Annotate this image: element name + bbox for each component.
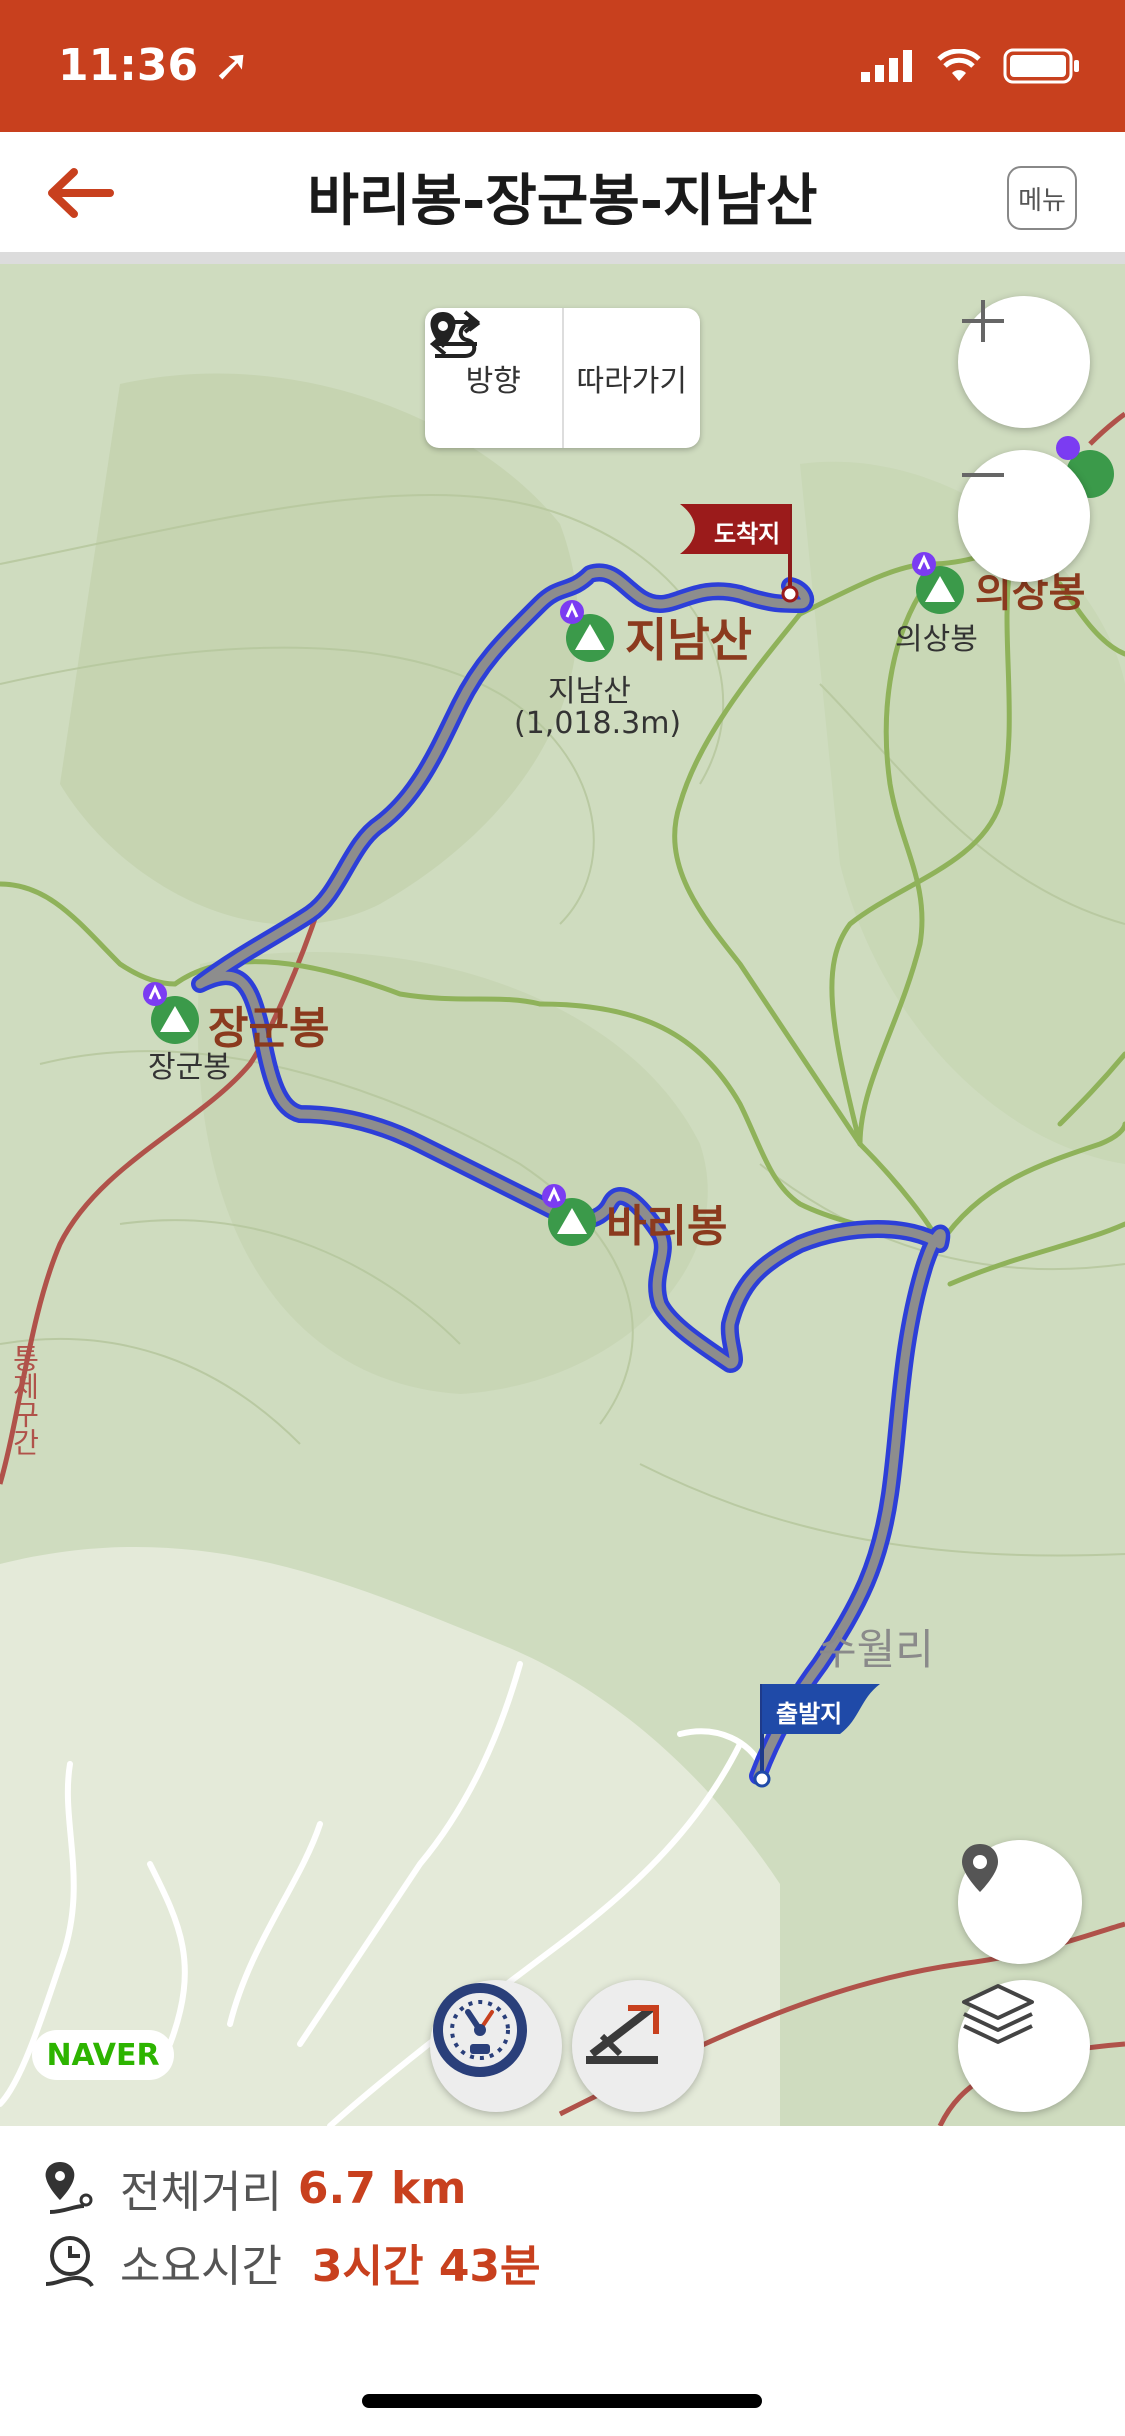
elevation-button[interactable] <box>572 1980 704 2112</box>
zoom-in-button[interactable] <box>958 296 1090 428</box>
layers-icon <box>962 1984 1034 2044</box>
label-departure: 출발지 <box>776 1700 843 1728</box>
speedometer-button[interactable] <box>430 1980 562 2112</box>
distance-value: 6.7 km <box>297 2162 467 2214</box>
wifi-icon <box>937 49 981 81</box>
location-arrow-icon: ➚ <box>213 40 251 91</box>
home-indicator[interactable] <box>362 2394 762 2408</box>
distance-pin-icon <box>45 2162 93 2214</box>
follow-label: 따라가기 <box>576 364 687 399</box>
distance-row: 전체거리 6.7 km <box>40 2156 466 2220</box>
label-jinamsan-small: 지남산 <box>548 674 631 709</box>
label-arrival: 도착지 <box>714 520 781 548</box>
route-summary: 전체거리 6.7 km 소요시간 3시간 43분 <box>0 2126 1125 2436</box>
status-bar: 11:36 ➚ <box>0 0 1125 132</box>
duration-value: 3시간 43분 <box>311 2241 541 2292</box>
label-baribong: 바리봉 <box>606 1201 728 1252</box>
follow-route-icon <box>430 312 481 358</box>
battery-icon <box>1003 48 1079 84</box>
label-jinamsan-elevation: (1,018.3m) <box>514 706 682 741</box>
map-canvas[interactable] <box>0 264 1125 2126</box>
map-view[interactable]: 장군봉 장군봉 바리봉 지남산 지남산 (1,018.3m) 의상봉 의상봉 수… <box>0 264 1125 2126</box>
layers-button[interactable] <box>958 1980 1090 2112</box>
minus-icon <box>962 473 1004 477</box>
signal-icon <box>861 50 912 82</box>
route-controls: 방향 따라가기 <box>425 308 700 448</box>
duration-row: 소요시간 3시간 43분 <box>40 2230 541 2294</box>
my-location-button[interactable] <box>958 1840 1082 1964</box>
speedometer-icon <box>433 1983 527 2077</box>
clock: 11:36 <box>58 40 199 91</box>
follow-button[interactable]: 따라가기 <box>430 308 701 448</box>
direction-label: 방향 <box>465 364 521 399</box>
distance-label: 전체거리 <box>120 2167 282 2218</box>
status-time: 11:36 ➚ <box>58 40 250 91</box>
elevation-graph-icon <box>586 2004 659 2064</box>
label-uisangbong-small: 의상봉 <box>895 622 978 657</box>
status-icons <box>861 48 1081 84</box>
label-jinamsan: 지남산 <box>625 613 752 667</box>
naver-logo: NAVER <box>32 2030 174 2080</box>
label-jangunbong-small: 장군봉 <box>148 1050 231 1085</box>
zoom-out-button[interactable] <box>958 450 1090 582</box>
duration-label: 소요시간 <box>120 2241 282 2292</box>
label-road: 통제구간 <box>8 1344 41 1456</box>
location-pin-icon <box>962 1844 998 1892</box>
menu-button[interactable]: 메뉴 <box>1007 166 1077 230</box>
plus-icon <box>962 300 1004 342</box>
top-bar: 바리봉-장군봉-지남산 메뉴 <box>0 132 1125 264</box>
label-suwolri: 수월리 <box>818 1625 934 1674</box>
page-title: 바리봉-장군봉-지남산 <box>307 169 818 234</box>
time-clock-icon <box>45 2236 94 2287</box>
